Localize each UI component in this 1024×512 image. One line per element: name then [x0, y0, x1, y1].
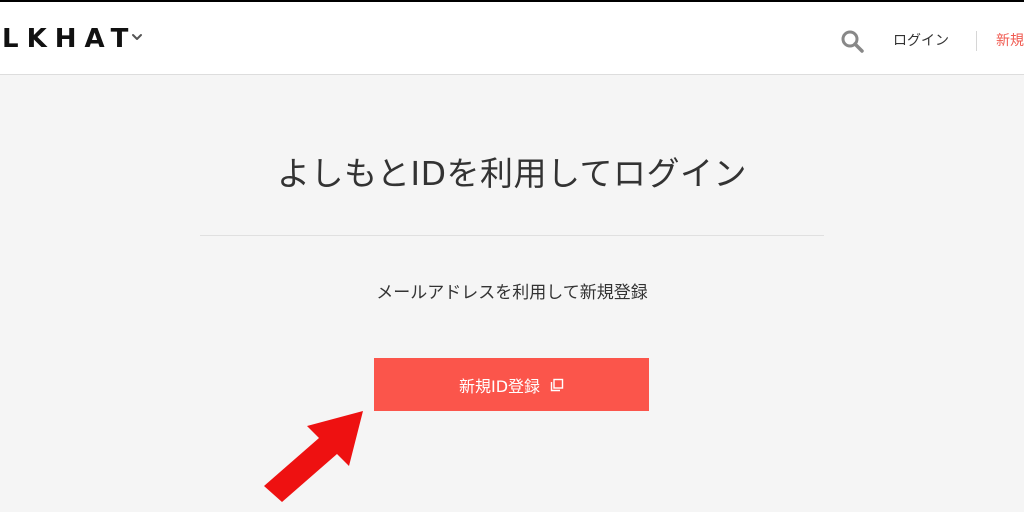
nav-divider [976, 31, 977, 51]
section-divider [200, 235, 824, 236]
register-id-button-label: 新規ID登録 [458, 376, 541, 396]
site-logo[interactable]: LKHAT [2, 24, 136, 54]
chevron-down-icon[interactable] [130, 30, 144, 44]
search-icon[interactable] [840, 29, 864, 53]
register-id-button[interactable]: 新規ID登録 [374, 358, 649, 411]
external-window-icon [550, 378, 564, 391]
page-title: よしもとIDを利用してログイン [277, 154, 747, 193]
red-arrow-annotation [264, 411, 363, 502]
register-link[interactable]: 新規 [996, 31, 1024, 51]
top-navigation-bar: LKHAT ログイン 新規 [0, 0, 1024, 75]
email-register-text: メールアドレスを利用して新規登録 [376, 283, 648, 303]
login-link[interactable]: ログイン [893, 31, 949, 51]
